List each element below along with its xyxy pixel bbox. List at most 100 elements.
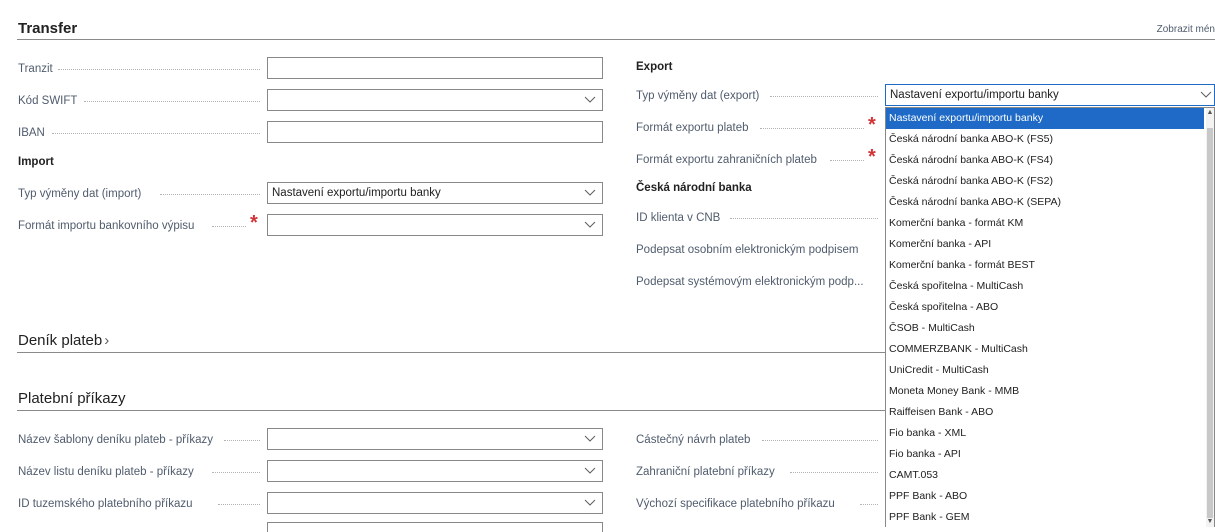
- export-exchange-type-select[interactable]: Nastavení exportu/importu banky: [885, 84, 1215, 106]
- swift-label: Kód SWIFT: [18, 95, 78, 107]
- dropdown-option[interactable]: UniCredit - MultiCash: [886, 360, 1204, 381]
- tranzit-label: Tranzit: [18, 63, 53, 75]
- dropdown-option[interactable]: PPF Bank - ABO: [886, 486, 1204, 507]
- chevron-down-icon: [584, 221, 596, 228]
- cnb-client-id-label: ID klienta v ČNB: [636, 212, 721, 224]
- leader-dots: [212, 472, 260, 473]
- dropdown-option[interactable]: Česká spořitelna - MultiCash: [886, 276, 1204, 297]
- dropdown-option[interactable]: Česká národní banka ABO-K (FS5): [886, 129, 1204, 150]
- dropdown-option[interactable]: PPF Bank - GEM: [886, 507, 1204, 527]
- po-domestic-id-label: ID tuzemského platebního příkazu: [18, 498, 193, 510]
- dropdown-option[interactable]: Česká národní banka ABO-K (SEPA): [886, 192, 1204, 213]
- dropdown-option[interactable]: Komerční banka - API: [886, 234, 1204, 255]
- scrollbar-thumb[interactable]: [1207, 128, 1213, 518]
- required-asterisk-icon: *: [250, 212, 258, 234]
- system-sign-label: Podepsat systémovým elektronickým podp..…: [636, 276, 864, 288]
- tranzit-input[interactable]: [267, 57, 603, 79]
- personal-sign-field: Podepsat osobním elektronickým podpisem: [636, 238, 882, 262]
- po-partial-label: Částečný návrh plateb: [636, 434, 751, 446]
- iban-input[interactable]: [267, 121, 603, 143]
- import-exchange-type-label: Typ výměny dat (import): [18, 188, 142, 200]
- section-title-transfer[interactable]: Transfer: [18, 20, 77, 37]
- po-next-input[interactable]: [267, 522, 603, 532]
- dropdown-option[interactable]: Česká spořitelna - ABO: [886, 297, 1204, 318]
- export-exchange-type-label: Typ výměny dat (export): [636, 90, 760, 102]
- dropdown-option[interactable]: Komerční banka - formát BEST: [886, 255, 1204, 276]
- dropdown-option[interactable]: Komerční banka - formát KM: [886, 213, 1204, 234]
- iban-label: IBAN: [18, 127, 45, 139]
- scroll-down-icon[interactable]: ▼: [1206, 517, 1214, 527]
- leader-dots: [58, 69, 260, 70]
- leader-dots: [212, 226, 246, 227]
- import-exchange-type-select[interactable]: Nastavení exportu/importu banky: [267, 182, 603, 204]
- po-batch-field: Název listu deníku plateb - příkazy: [18, 460, 264, 484]
- dropdown-option[interactable]: COMMERZBANK - MultiCash: [886, 339, 1204, 360]
- statement-format-field: Formát importu bankovního výpisu: [18, 214, 248, 238]
- leader-dots: [830, 160, 864, 161]
- cnb-heading: Česká národní banka: [636, 182, 752, 194]
- dropdown-option[interactable]: Fio banka - API: [886, 444, 1204, 465]
- dropdown-option[interactable]: Česká národní banka ABO-K (FS2): [886, 171, 1204, 192]
- payment-format-label: Formát exportu plateb: [636, 122, 749, 134]
- statement-format-select[interactable]: [267, 214, 603, 236]
- dropdown-option[interactable]: Česká národní banka ABO-K (FS4): [886, 150, 1204, 171]
- export-exchange-type-field: Typ výměny dat (export): [636, 84, 882, 108]
- dropdown-option[interactable]: CAMT.053: [886, 465, 1204, 486]
- chevron-down-icon: [584, 96, 596, 103]
- dropdown-option[interactable]: Moneta Money Bank - MMB: [886, 381, 1204, 402]
- leader-dots: [84, 101, 260, 102]
- leader-dots: [52, 133, 260, 134]
- chevron-down-icon: [1200, 91, 1212, 98]
- dropdown-option[interactable]: Raiffeisen Bank - ABO: [886, 402, 1204, 423]
- section-title-payment-journal[interactable]: Deník plateb ›: [18, 332, 109, 349]
- po-default-spec-field: Výchozí specifikace platebního příkazu: [636, 492, 882, 516]
- personal-sign-label: Podepsat osobním elektronickým podpisem: [636, 244, 859, 256]
- po-batch-select[interactable]: [267, 460, 603, 482]
- po-foreign-label: Zahraniční platební příkazy: [636, 466, 775, 478]
- po-template-select[interactable]: [267, 428, 603, 450]
- po-foreign-field: Zahraniční platební příkazy: [636, 460, 882, 484]
- chevron-down-icon: [584, 189, 596, 196]
- foreign-payment-format-label: Formát exportu zahraničních plateb: [636, 154, 817, 166]
- iban-field: IBAN: [18, 121, 264, 145]
- export-exchange-type-dropdown[interactable]: Nastavení exportu/importu banky Česká nár…: [885, 107, 1215, 527]
- swift-select[interactable]: [267, 89, 603, 111]
- leader-dots: [218, 504, 260, 505]
- divider: [17, 410, 885, 411]
- leader-dots: [224, 440, 260, 441]
- import-heading: Import: [18, 156, 54, 168]
- leader-dots: [160, 194, 260, 195]
- po-template-label: Název šablony deníku plateb - příkazy: [18, 434, 213, 446]
- leader-dots: [760, 128, 864, 129]
- dropdown-scrollbar[interactable]: ▲ ▼: [1206, 108, 1214, 527]
- leader-dots: [730, 218, 878, 219]
- import-exchange-type-value: Nastavení exportu/importu banky: [272, 187, 441, 199]
- po-domestic-id-select[interactable]: [267, 492, 603, 514]
- dropdown-option[interactable]: Nastavení exportu/importu banky: [886, 108, 1204, 129]
- po-partial-field: Částečný návrh plateb: [636, 428, 882, 452]
- tranzit-field: Tranzit: [18, 57, 264, 81]
- swift-field: Kód SWIFT: [18, 89, 264, 113]
- dropdown-option[interactable]: Fio banka - XML: [886, 423, 1204, 444]
- required-asterisk-icon: *: [868, 146, 876, 168]
- payment-journal-title: Deník plateb: [18, 332, 103, 349]
- divider: [17, 39, 1215, 40]
- leader-dots: [860, 504, 878, 505]
- chevron-down-icon: [584, 499, 596, 506]
- po-template-field: Název šablony deníku plateb - příkazy: [18, 428, 264, 452]
- system-sign-field: Podepsat systémovým elektronickým podp..…: [636, 270, 882, 294]
- leader-dots: [770, 96, 878, 97]
- po-default-spec-label: Výchozí specifikace platebního příkazu: [636, 498, 835, 510]
- po-domestic-id-field: ID tuzemského platebního příkazu: [18, 492, 264, 516]
- export-exchange-type-value: Nastavení exportu/importu banky: [890, 89, 1059, 101]
- foreign-payment-format-field: Formát exportu zahraničních plateb: [636, 148, 866, 172]
- statement-format-label: Formát importu bankovního výpisu: [18, 220, 195, 232]
- scroll-up-icon[interactable]: ▲: [1206, 108, 1214, 118]
- dropdown-option[interactable]: ČSOB - MultiCash: [886, 318, 1204, 339]
- chevron-right-icon: ›: [104, 332, 110, 349]
- chevron-down-icon: [584, 435, 596, 442]
- section-title-payment-orders[interactable]: Platební příkazy: [18, 390, 126, 407]
- required-asterisk-icon: *: [868, 114, 876, 136]
- export-heading: Export: [636, 61, 673, 73]
- show-less-link[interactable]: Zobrazit mén: [1157, 24, 1215, 35]
